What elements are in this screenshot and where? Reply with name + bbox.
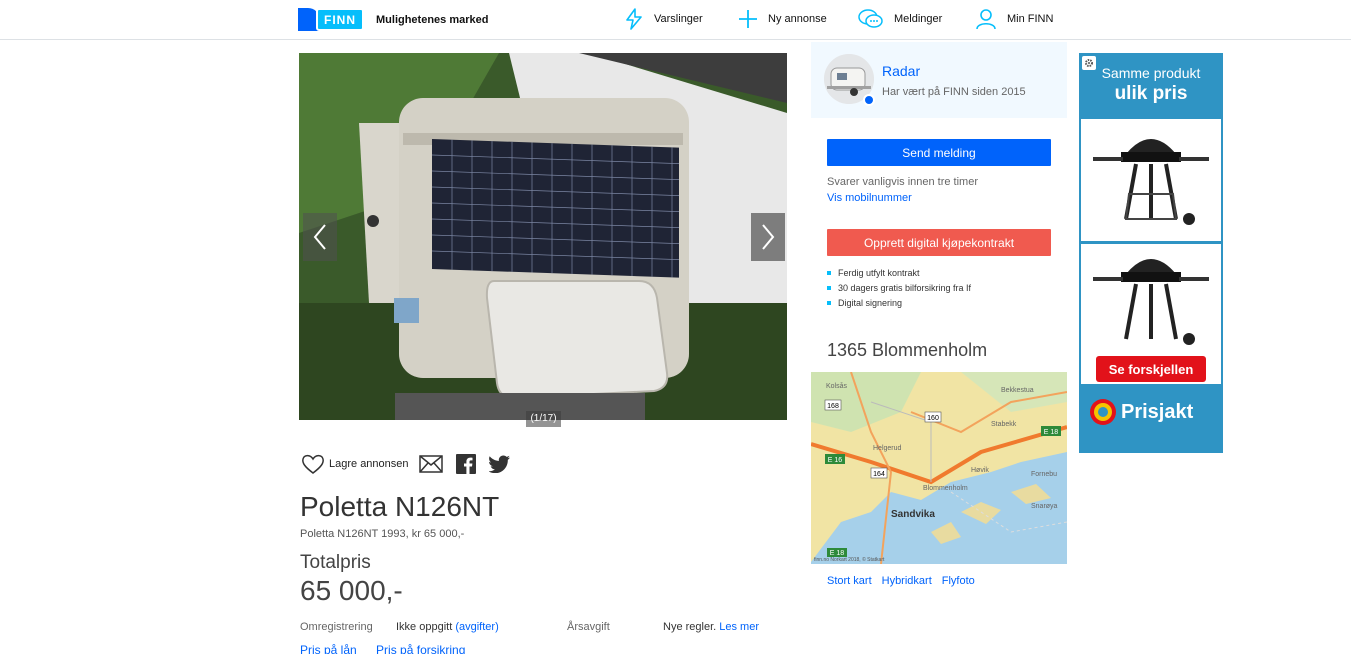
large-map-link[interactable]: Stort kart [827,575,872,587]
share-row: Lagre annonsen [301,453,511,475]
road-168-label: 168 [827,403,839,410]
road-164-label: 164 [873,471,885,478]
insurance-price-link[interactable]: Pris på forsikring [376,643,465,654]
read-more-link[interactable]: Les mer [719,621,759,633]
snaroya-label: Snarøya [1031,503,1058,510]
save-ad-label: Lagre annonsen [329,458,409,470]
prisjakt-logo-icon [1090,399,1116,425]
sandvika-label: Sandvika [891,509,935,520]
stabekk-label: Stabekk [991,421,1017,428]
arsavgift-key: Årsavgift [567,621,610,633]
verified-badge-icon [863,94,875,106]
seller-since: Har vært på FINN siden 2015 [882,86,1026,98]
ad-cta-button[interactable]: Se forskjellen [1096,356,1206,382]
image-gallery[interactable] [299,53,787,420]
e18-lower-label: E 18 [830,550,845,557]
location-title: 1365 Blommenholm [827,340,988,360]
seller-name[interactable]: Radar [882,63,920,79]
bekkestua-label: Bekkestua [1001,387,1034,394]
omregistrering-value-text: Ikke oppgitt [396,621,453,633]
top-navigation-bar: FINN Mulighetenes marked Varslinger Ny a… [0,0,1351,40]
save-ad-button[interactable]: Lagre annonsen [301,453,409,475]
map-graphic: 168 160 164 E 16 E 18 E 18 Kolsås Bekkes… [811,372,1067,564]
nav-varslinger[interactable]: Varslinger [624,8,703,30]
list-item: Digital signering [827,295,971,310]
contract-benefits-list: Ferdig utfylt kontrakt 30 dagers gratis … [827,265,971,310]
fornebu-label: Fornebu [1031,471,1057,478]
e18-label: E 18 [1044,429,1059,436]
map-view-links: Stort kart Hybridkart Flyfoto [827,575,985,587]
aerial-photo-link[interactable]: Flyfoto [942,575,975,587]
nav-meldinger[interactable]: Meldinger [858,8,942,30]
reply-time: Svarer vanligvis innen tre timer [827,176,979,188]
price-value: 65 000,- [300,575,403,606]
gallery-prev-button[interactable] [303,213,337,261]
omregistrering-key: Omregistrering [300,621,373,633]
nav-ny-annonse[interactable]: Ny annonse [738,8,827,30]
ad-product-panel-top [1081,119,1221,241]
seller-card: Radar Har vært på FINN siden 2015 [811,42,1067,118]
user-icon [976,9,996,30]
facebook-icon[interactable] [455,454,476,474]
e16-label: E 16 [828,457,843,464]
caravan-photo [299,53,787,420]
helgerud-label: Helgerud [873,445,902,452]
finn-logo-mark: FINN [298,8,366,31]
tagline: Mulighetenes marked [376,13,489,26]
blommenholm-label: Blommenholm [923,485,968,492]
ad-headline-line1: Samme produkt [1101,65,1201,81]
arsavgift-value: Nye regler. Les mer [663,621,759,633]
grill-image [1093,139,1209,225]
bolt-icon [626,8,642,30]
twitter-icon[interactable] [488,455,511,473]
prisjakt-brand-text: Prisjakt [1121,400,1194,423]
listing-subtitle: Poletta N126NT 1993, kr 65 000,- [300,528,465,540]
price-label: Totalpris [300,552,371,573]
mail-icon[interactable] [418,455,443,473]
listing-title: Poletta N126NT [300,491,500,522]
fees-link[interactable]: (avgifter) [455,621,498,633]
arsavgift-value-text: Nye regler. [663,621,717,633]
nav-label: Varslinger [654,13,703,25]
show-phone-link[interactable]: Vis mobilnummer [827,192,912,204]
location-map[interactable]: 168 160 164 E 16 E 18 E 18 Kolsås Bekkes… [811,372,1067,564]
map-copyright: finn.no Norkart 2018, © Statkart [814,556,885,563]
plus-icon [739,10,757,28]
omregistrering-value: Ikke oppgitt (avgifter) [396,621,499,633]
nav-min-finn[interactable]: Min FINN [975,8,1053,30]
hovik-label: Høvik [971,467,989,474]
digital-contract-button[interactable]: Opprett digital kjøpekontrakt [827,229,1051,256]
road-160-label: 160 [927,415,939,422]
finn-logo[interactable]: FINN Mulighetenes marked [298,8,488,31]
chevron-right-icon [762,224,775,250]
finance-links: Pris på lån Pris på forsikring [300,643,465,654]
nav-label: Meldinger [894,13,943,25]
heart-icon [302,454,324,474]
prisjakt-logo: Prisjakt [1089,398,1193,426]
image-counter: (1/17) [526,411,561,427]
nav-label: Min FINN [1007,13,1054,25]
loan-price-link[interactable]: Pris på lån [300,643,357,654]
ad-headline-line2: ulik pris [1114,83,1188,104]
prisjakt-advert[interactable]: Samme produkt ulik pris Se forskjellen P… [1079,53,1223,453]
send-message-button[interactable]: Send melding [827,139,1051,166]
list-item: 30 dagers gratis bilforsikring fra If [827,280,971,295]
kolsas-label: Kolsås [826,382,848,390]
chat-icon [858,9,883,28]
hybrid-map-link[interactable]: Hybridkart [882,575,932,587]
list-item: Ferdig utfylt kontrakt [827,265,971,280]
chevron-left-icon [313,224,326,250]
finn-logo-text: FINN [316,8,364,31]
nav-label: Ny annonse [768,13,827,25]
gallery-next-button[interactable] [751,213,785,261]
